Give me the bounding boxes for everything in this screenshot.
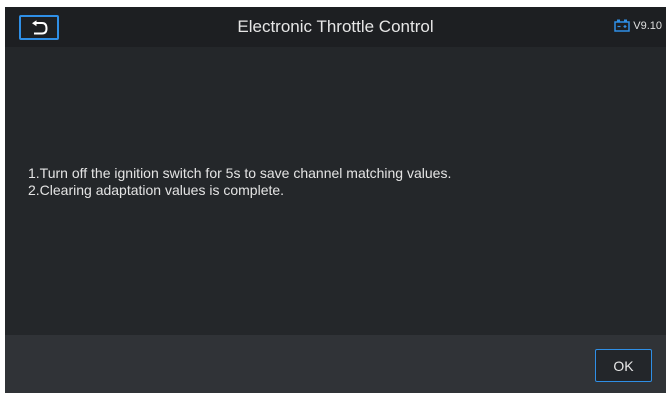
status-area: V9.10 [614,19,662,32]
back-button[interactable] [19,15,59,40]
message-line: 1.Turn off the ignition switch for 5s to… [28,165,452,181]
app-screen: Electronic Throttle Control V9.10 1.Turn… [5,7,666,393]
message-panel: 1.Turn off the ignition switch for 5s to… [5,47,666,335]
message-text: 1.Turn off the ignition switch for 5s to… [28,165,451,199]
battery-icon [614,19,630,32]
title-bar: Electronic Throttle Control V9.10 [5,7,666,47]
ok-button[interactable]: OK [595,349,652,382]
version-label: V9.10 [633,19,662,32]
back-arrow-icon [30,19,48,36]
message-line: 2.Clearing adaptation values is complete… [28,182,285,198]
footer-bar: OK [5,335,666,393]
page-title: Electronic Throttle Control [237,17,434,36]
